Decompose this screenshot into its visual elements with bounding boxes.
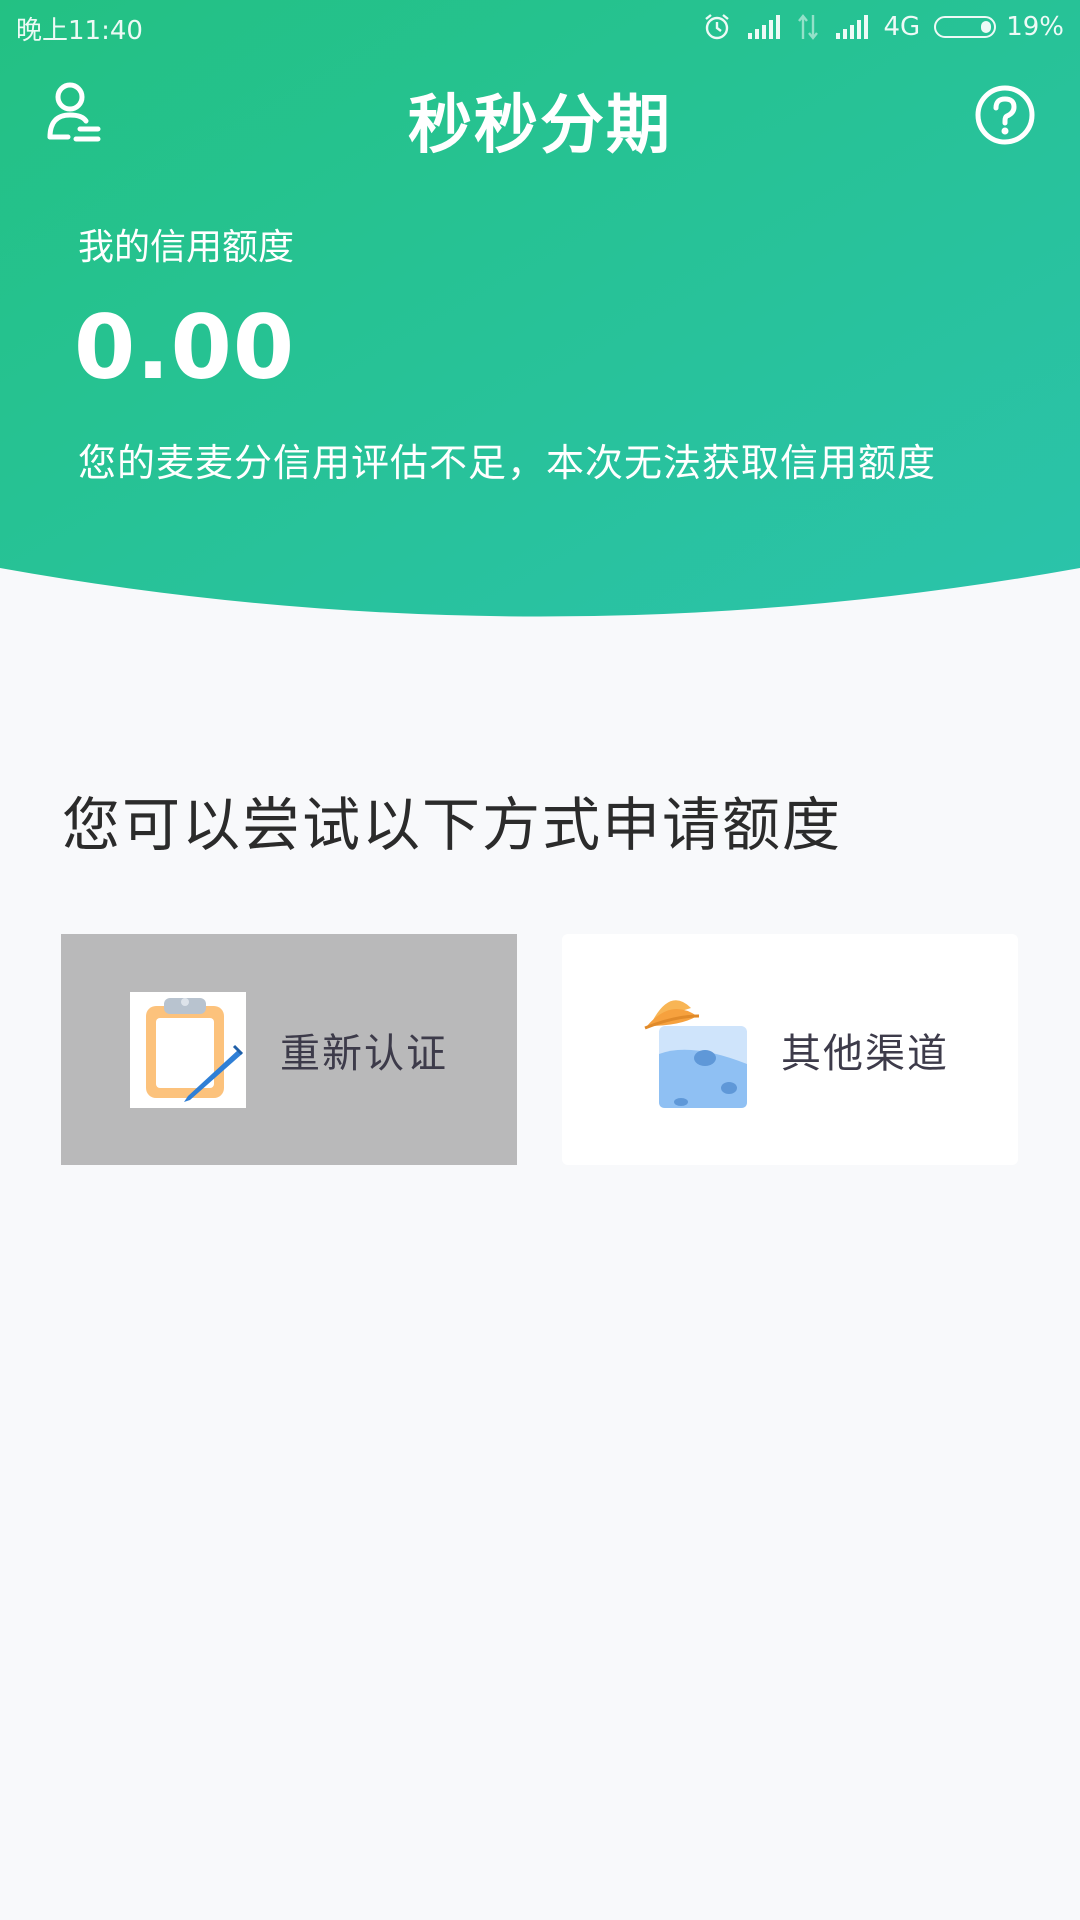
nav-bar: 秒秒分期 [0,54,1080,174]
signal-icon-2 [834,13,870,41]
battery-percent: 19% [1006,12,1064,42]
credit-notice: 您的麦麦分信用评估不足，本次无法获取信用额度 [78,441,937,485]
app-title: 秒秒分期 [408,89,672,163]
clipboard-pencil-icon [130,991,246,1108]
header-banner: 晚上11:40 4G 19% 秒秒分期 我的信用额度 0.00 您的麦麦分信用评… [0,0,1080,625]
credit-amount: 0.00 [74,296,296,399]
data-transfer-icon [796,13,820,41]
other-channel-label: 其他渠道 [781,1030,949,1077]
network-type: 4G [883,12,921,42]
apply-section-title: 您可以尝试以下方式申请额度 [62,791,843,859]
battery-fill [981,21,992,33]
help-icon[interactable] [974,84,1036,146]
signal-icon [746,13,782,41]
status-time: 晚上11:40 [16,16,143,46]
alarm-icon [702,12,732,42]
status-bar: 晚上11:40 4G 19% [0,0,1080,54]
ufo-icon [631,992,747,1108]
reauth-label: 重新认证 [280,1030,448,1077]
other-channel-button[interactable]: 其他渠道 [562,934,1018,1165]
credit-label: 我的信用额度 [78,227,295,268]
apply-options: 重新认证 其他渠道 [61,934,1019,1165]
reauth-button[interactable]: 重新认证 [61,934,517,1165]
status-icons: 4G 19% [702,8,1064,46]
battery-indicator: 19% [934,12,1064,42]
battery-icon [934,16,997,38]
